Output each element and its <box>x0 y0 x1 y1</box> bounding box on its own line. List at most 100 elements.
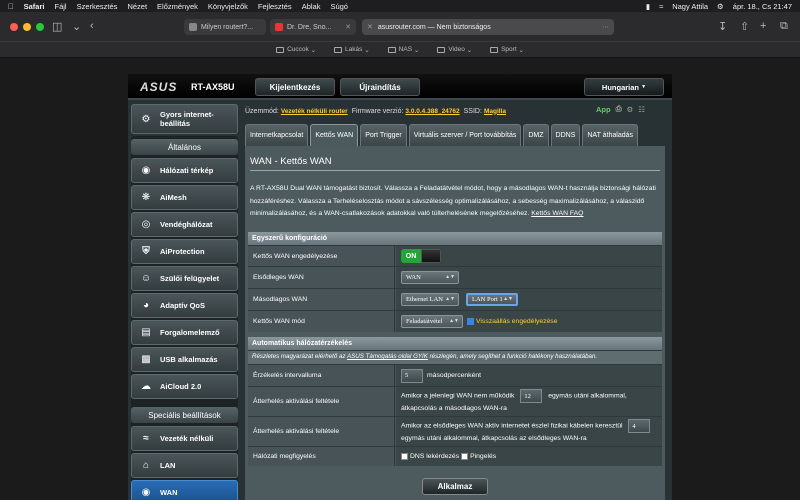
shield-icon: ⛨ <box>142 246 150 257</box>
sidebar-item-aimesh[interactable]: ❋ AiMesh <box>131 185 238 210</box>
tab-ddns[interactable]: DDNS <box>550 124 581 146</box>
sidebar-item-aiprotection[interactable]: ⛨ AiProtection <box>131 239 238 264</box>
control-center-icon[interactable]: ⚙ <box>717 2 724 11</box>
ssid-value-link[interactable]: Magilla <box>484 108 506 115</box>
fallback-checkbox[interactable] <box>467 318 474 325</box>
detect-interval-input[interactable]: 5 <box>401 368 423 383</box>
tab-overview-icon[interactable]: ⧉ <box>780 20 788 33</box>
menubar-user[interactable]: Nagy Attila <box>672 2 708 11</box>
sidebar-toggle-icon[interactable]: ◫ <box>52 20 62 33</box>
menu-window[interactable]: Ablak <box>302 2 321 11</box>
folder-icon <box>490 46 499 53</box>
ping-checkbox[interactable] <box>461 453 469 460</box>
ping-label: Pingelés <box>470 453 497 460</box>
tab-nat-passthrough[interactable]: NAT áthaladás <box>582 124 639 146</box>
bookmark-folder-cuccok[interactable]: Cuccok ⌄ <box>276 46 316 54</box>
dual-wan-mode-select[interactable]: Feladatátvétel ▲▼ <box>401 315 463 328</box>
menu-bookmarks[interactable]: Könyvjelzők <box>208 2 248 11</box>
row-label: Érzékelés intervalluma <box>248 365 395 386</box>
browser-tab-1[interactable]: Milyen routert?... <box>184 19 266 35</box>
sidebar-item-wan[interactable]: ◉ WAN <box>131 480 238 500</box>
address-bar-text[interactable]: asusrouter.com — Nem biztonságos <box>378 24 491 31</box>
row-value: DNS lekérdezés Pingelés <box>396 447 662 466</box>
faq-link[interactable]: Kettős WAN FAQ <box>531 210 583 217</box>
download-icon[interactable]: ↧ <box>718 20 727 33</box>
printer-icon[interactable]: ⎙ <box>616 104 622 114</box>
primary-wan-select[interactable]: WAN ▲▼ <box>401 271 459 284</box>
bookmark-folder-sport[interactable]: Sport ⌄ <box>490 46 524 54</box>
failover-count-input[interactable]: 12 <box>520 389 543 403</box>
battery-icon[interactable]: ▮ <box>646 2 650 11</box>
sidebar-item-traffic-analyzer[interactable]: ▤ Forgalomelemző <box>131 320 238 345</box>
speedometer-icon: ◕ <box>142 300 150 311</box>
zoom-window-button[interactable] <box>36 23 44 31</box>
sidebar-item-lan[interactable]: ⌂ LAN <box>131 453 238 478</box>
dual-wan-toggle[interactable]: ON <box>401 249 441 263</box>
wifi-icon[interactable]: ≈ <box>659 2 663 11</box>
sidebar-item-label: Vendéghálózat <box>160 220 213 229</box>
app-link[interactable]: App <box>596 105 611 114</box>
section-basic-config: Egyszerű konfiguráció <box>248 232 662 245</box>
mode-value-link[interactable]: Vezeték nélküli router <box>281 108 348 115</box>
menu-history[interactable]: Előzmények <box>157 2 198 11</box>
sidebar-item-label: Gyors internet-beállítás <box>160 110 214 128</box>
settings-status-icon[interactable]: ⚙ <box>627 105 634 114</box>
sidebar-item-aicloud[interactable]: ☁ AiCloud 2.0 <box>131 374 238 399</box>
folder-icon <box>334 46 343 53</box>
language-select[interactable]: Hungarian ▼ <box>584 78 664 96</box>
sidebar-item-network-map[interactable]: ◉ Hálózati térkép <box>131 158 238 183</box>
sidebar-item-label: Hálózati térkép <box>160 166 214 175</box>
bookmark-folder-video[interactable]: Video ⌄ <box>437 46 472 54</box>
router-admin-panel: ASUS RT-AX58U Kijelentkezés Újraindítás … <box>128 74 672 500</box>
auto-detection-note: Részletes magyarázat elérhető az ASUS Tá… <box>248 350 662 364</box>
tab-dmz[interactable]: DMZ <box>523 124 549 146</box>
apple-icon[interactable]:  <box>8 2 14 11</box>
secondary-port-select[interactable]: LAN Port 1 ▲▼ <box>466 293 518 306</box>
sidebar-item-parental-control[interactable]: ☺ Szülői felügyelet <box>131 266 238 291</box>
chevron-down-icon[interactable]: ⌄ <box>72 20 81 33</box>
browser-tab-2[interactable]: Dr. Dre, Sno... ✕ <box>270 19 356 35</box>
sidebar-item-guest-network[interactable]: ◎ Vendéghálózat <box>131 212 238 237</box>
sidebar-item-usb-app[interactable]: ▩ USB alkalmazás <box>131 347 238 372</box>
close-tab-icon[interactable]: ✕ <box>367 23 373 31</box>
sidebar-item-label: USB alkalmazás <box>160 355 218 364</box>
firmware-value-link[interactable]: 3.0.0.4.388_24762 <box>405 108 459 115</box>
row-value: Ethernet LAN ▲▼ LAN Port 1 ▲▼ <box>396 289 662 310</box>
tab-internet-connection[interactable]: Internetkapcsolat <box>245 124 309 146</box>
share-icon[interactable]: ⇧ <box>740 20 749 33</box>
secondary-wan-select[interactable]: Ethernet LAN ▲▼ <box>401 293 459 306</box>
usb-icon[interactable]: ☷ <box>638 105 645 114</box>
dns-query-checkbox[interactable] <box>401 453 408 460</box>
close-tab-icon[interactable]: ✕ <box>345 23 351 31</box>
sidebar-item-wireless[interactable]: ≈ Vezeték nélküli <box>131 426 238 451</box>
reboot-button[interactable]: Újraindítás <box>340 78 420 96</box>
logout-button[interactable]: Kijelentkezés <box>255 78 335 96</box>
more-options-icon[interactable]: ⋯ <box>602 23 609 31</box>
asus-faq-link[interactable]: ASUS Támogatás oldal GYIK <box>347 353 428 360</box>
tab-port-trigger[interactable]: Port Trigger <box>360 124 407 146</box>
menu-file[interactable]: Fájl <box>54 2 66 11</box>
menu-view[interactable]: Nézet <box>127 2 147 11</box>
menubar-clock[interactable]: ápr. 18., Cs 21:47 <box>733 2 792 11</box>
tab-dual-wan[interactable]: Kettős WAN <box>310 124 359 146</box>
new-tab-icon[interactable]: + <box>760 20 766 32</box>
back-icon[interactable]: ‹ <box>90 20 94 32</box>
asus-logo[interactable]: ASUS <box>140 80 177 94</box>
close-window-button[interactable] <box>10 23 18 31</box>
minimize-window-button[interactable] <box>23 23 31 31</box>
menu-edit[interactable]: Szerkesztés <box>77 2 118 11</box>
failback-count-input[interactable]: 4 <box>628 419 651 433</box>
sidebar-quick-setup[interactable]: ⚙ Gyors internet-beállítás <box>131 104 238 134</box>
browser-tab-active-address[interactable]: ✕ asusrouter.com — Nem biztonságos ⋯ <box>362 19 614 35</box>
web-page: ASUS RT-AX58U Kijelentkezés Újraindítás … <box>0 58 800 500</box>
bookmark-folder-lakas[interactable]: Lakás ⌄ <box>334 46 370 54</box>
menu-develop[interactable]: Fejlesztés <box>258 2 292 11</box>
sidebar-item-adaptive-qos[interactable]: ◕ Adaptív QoS <box>131 293 238 318</box>
menu-help[interactable]: Súgó <box>330 2 348 11</box>
sidebar-general-header: Általános <box>131 139 238 155</box>
apply-button[interactable]: Alkalmaz <box>422 478 488 495</box>
menu-app-name[interactable]: Safari <box>24 2 45 11</box>
bookmark-folder-nas[interactable]: NAS ⌄ <box>387 46 419 54</box>
row-value: ON <box>396 246 662 266</box>
tab-virtual-server[interactable]: Virtuális szerver / Port továbbítás <box>408 124 522 146</box>
